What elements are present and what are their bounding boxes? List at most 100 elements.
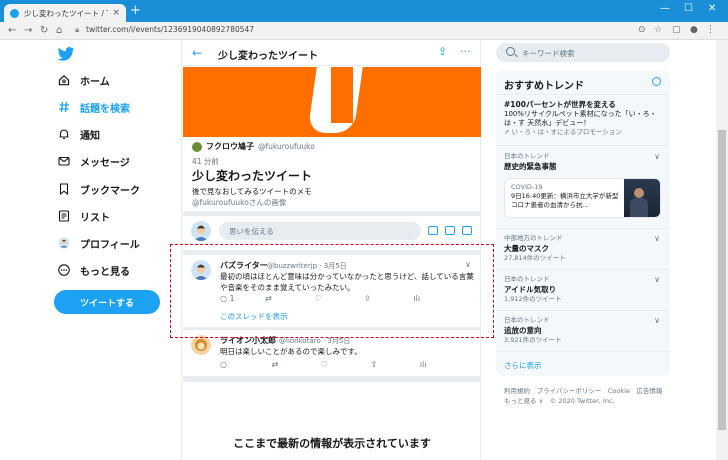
share-icon[interactable]: ⇪ — [438, 45, 447, 58]
nav-label: メッセージ — [80, 157, 130, 169]
trend-context: 日本のトレンド — [504, 152, 550, 160]
tweet-button[interactable]: ツイートする — [54, 290, 160, 314]
gif-icon[interactable] — [445, 226, 455, 235]
nav-item-notifications[interactable]: 通知 — [58, 126, 100, 142]
event-header: ← 少し変わったツイート ⇪ ··· — [182, 40, 482, 66]
chevron-down-icon[interactable]: ∨ — [654, 234, 660, 243]
close-window-button[interactable]: ✕ — [708, 3, 716, 14]
trend-name: 大量のマスク — [504, 244, 549, 253]
trend-item[interactable]: 日本のトレンド 歴史的緊急事態 — [504, 152, 662, 172]
location-icon[interactable]: ⊙ — [638, 25, 646, 35]
chevron-down-icon[interactable]: ∨ — [654, 275, 660, 284]
nav-label: 話題を検索 — [80, 103, 130, 115]
back-arrow-icon[interactable]: ← — [8, 25, 16, 36]
image-icon[interactable] — [428, 226, 438, 235]
avatar-icon — [58, 237, 70, 249]
list-icon — [58, 210, 70, 222]
extension-icon[interactable]: ▢ — [672, 25, 681, 35]
reply-icon[interactable]: ○ — [220, 360, 227, 369]
forward-arrow-icon[interactable]: → — [24, 25, 32, 36]
nav-item-profile[interactable]: プロフィール — [58, 235, 140, 251]
nav-item-home[interactable]: ホーム — [58, 72, 110, 88]
envelope-icon — [58, 156, 70, 166]
back-arrow-icon[interactable]: ← — [192, 46, 202, 60]
trends-panel: おすすめトレンド #100パーセントが世界を変える 100%リサイクルペット素材… — [496, 70, 670, 376]
bell-icon — [59, 129, 69, 140]
trend-count: 3,921件のツイート — [504, 336, 562, 344]
trend-count: 1,912件のツイート — [504, 295, 562, 303]
reply-text: 明日は楽しいことがあるので楽しみです。 — [220, 347, 362, 356]
nav-label: プロフィール — [80, 239, 140, 251]
trend-item[interactable]: 日本のトレンド アイドル気取り 1,912件のツイート — [504, 275, 662, 304]
address-bar: ← → ↻ ⌂ 🔒︎ twitter.com/i/events/12369190… — [0, 22, 728, 40]
profile-icon[interactable]: ● — [690, 25, 698, 35]
nav-label: ホーム — [80, 76, 110, 88]
divider — [183, 211, 481, 216]
footer-line[interactable]: 利用規約 プライバシーポリシー Cookie 広告情報 — [504, 386, 672, 396]
nav-item-explore[interactable]: 話題を検索 — [58, 99, 130, 115]
show-more-link[interactable]: さらに表示 — [504, 360, 542, 371]
nav-item-lists[interactable]: リスト — [58, 208, 110, 224]
author-avatar — [192, 141, 202, 152]
trend-context: 日本のトレンド — [504, 316, 550, 324]
analytics-icon[interactable]: ılı — [420, 360, 427, 369]
reply-tweet[interactable]: ライオン小太郎 @lionkotaro · 3月5日 明日は楽しいことがあるので… — [183, 332, 481, 374]
url-field[interactable]: twitter.com/i/events/1236919040892780547 — [86, 25, 254, 34]
twitter-favicon-icon — [10, 8, 19, 18]
new-tab-button[interactable]: + — [130, 4, 141, 17]
menu-dots-icon[interactable]: ⋮ — [706, 25, 715, 35]
share-icon[interactable]: ⇪ — [371, 360, 378, 369]
scrollbar-thumb[interactable] — [718, 130, 726, 430]
event-description: 後で見なおしてみるツイートのメモ — [192, 187, 312, 196]
more-dots-icon[interactable]: ··· — [460, 45, 471, 58]
browser-tab[interactable]: 少し変わったツイート / Twitter × — [4, 4, 126, 22]
event-title: 少し変わったツイート — [192, 169, 313, 183]
footer-line[interactable]: もっと見る ∨ © 2020 Twitter, Inc. — [504, 396, 672, 406]
nav-item-bookmarks[interactable]: ブックマーク — [58, 181, 140, 197]
twitter-logo-icon[interactable] — [57, 47, 75, 61]
promoted-trend[interactable]: #100パーセントが世界を変える 100%リサイクルペット素材になった「い・ろ・… — [504, 100, 662, 137]
news-card[interactable]: COVID-19 9日16:40更新：横浜市立大学が新型コロナ患者の血清から抗.… — [504, 178, 661, 218]
reply-avatar — [191, 335, 211, 355]
chevron-down-icon[interactable]: ∨ — [654, 152, 660, 161]
author-handle: @fukuroufuuko — [258, 142, 315, 151]
maximize-button[interactable]: ☐ — [684, 3, 693, 14]
promoted-text: 100%リサイクルペット素材になった「い・ろ・は・す 天然水」デビュー！ — [504, 110, 657, 127]
nav-item-more[interactable]: もっと見る — [58, 262, 130, 278]
poll-icon[interactable] — [462, 226, 472, 235]
reply-actions: ○ ⇄ ♡ ⇪ ılı — [220, 360, 426, 369]
author-name: フクロウ鳩子 — [206, 142, 254, 151]
nav-item-messages[interactable]: メッセージ — [58, 153, 130, 169]
image-credit: @fukuroufuukoさんの画像 — [192, 198, 287, 207]
event-author[interactable]: フクロウ鳩子 @fukuroufuuko — [192, 141, 315, 152]
minimize-button[interactable]: — — [660, 3, 670, 14]
trend-name: 追放の意向 — [504, 326, 542, 335]
reload-icon[interactable]: ↻ — [40, 25, 48, 36]
search-placeholder: キーワード検索 — [522, 49, 575, 58]
trends-title: おすすめトレンド — [504, 81, 584, 92]
page-title: 少し変わったツイート — [218, 51, 318, 62]
highlight-box — [170, 244, 494, 338]
divider — [183, 376, 481, 382]
trend-count: 27,814件のツイート — [504, 254, 566, 262]
promoted-by: ⇗ い・ろ・は・すによるプロモーション — [504, 128, 622, 136]
gear-icon[interactable] — [652, 77, 661, 86]
promoted-icon: ⇗ — [504, 128, 512, 136]
like-icon[interactable]: ♡ — [321, 360, 328, 369]
compose-input[interactable]: 思いを伝える — [219, 222, 421, 240]
footer-links: 利用規約 プライバシーポリシー Cookie 広告情報 もっと見る ∨ © 20… — [504, 386, 672, 406]
news-label: COVID-19 — [511, 183, 543, 191]
search-input[interactable]: キーワード検索 — [496, 43, 670, 62]
news-image — [624, 179, 660, 217]
trend-item[interactable]: 日本のトレンド 追放の意向 3,921件のツイート — [504, 316, 662, 345]
event-banner-image — [183, 67, 481, 137]
promoted-title: #100パーセントが世界を変える — [504, 100, 616, 109]
trend-item[interactable]: 中部地方のトレンド 大量のマスク 27,814件のツイート — [504, 234, 662, 263]
tab-close-icon[interactable]: × — [112, 8, 120, 18]
retweet-icon[interactable]: ⇄ — [272, 360, 279, 369]
end-of-feed-message: ここまで最新の情報が表示されています — [233, 437, 431, 450]
star-icon[interactable]: ☆ — [654, 25, 662, 35]
chevron-down-icon[interactable]: ∨ — [654, 316, 660, 325]
home-page-icon[interactable]: ⌂ — [56, 25, 62, 36]
bookmark-icon — [59, 183, 69, 195]
